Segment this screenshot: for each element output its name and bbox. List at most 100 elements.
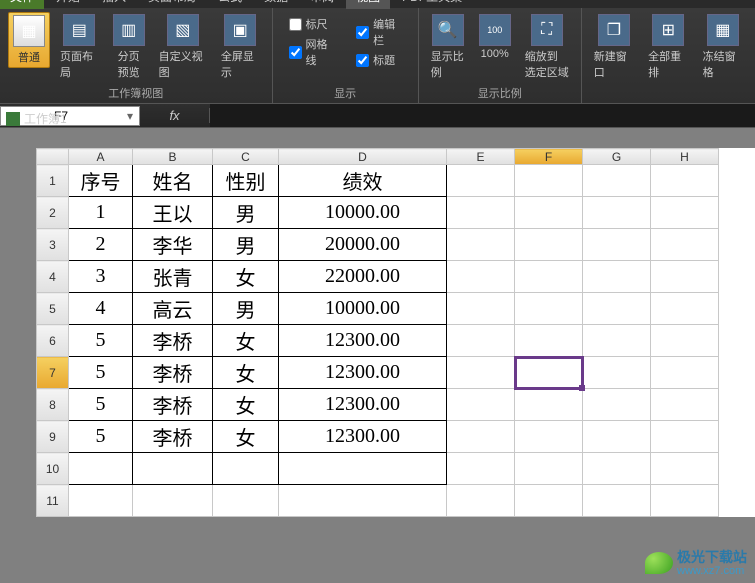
gridlines-checkbox[interactable] bbox=[289, 46, 302, 59]
cell-H6[interactable] bbox=[651, 325, 719, 357]
cell-H8[interactable] bbox=[651, 389, 719, 421]
cell-A1[interactable]: 序号 bbox=[69, 165, 133, 197]
cell-H4[interactable] bbox=[651, 261, 719, 293]
cell-G2[interactable] bbox=[583, 197, 651, 229]
cell-F4[interactable] bbox=[515, 261, 583, 293]
cell-D9[interactable]: 12300.00 bbox=[279, 421, 447, 453]
cell-D8[interactable]: 12300.00 bbox=[279, 389, 447, 421]
cell-F9[interactable] bbox=[515, 421, 583, 453]
cell-C1[interactable]: 性别 bbox=[213, 165, 279, 197]
cell-D7[interactable]: 12300.00 bbox=[279, 357, 447, 389]
cell-H2[interactable] bbox=[651, 197, 719, 229]
headings-checkbox-row[interactable]: 标题 bbox=[356, 52, 402, 68]
cell-G6[interactable] bbox=[583, 325, 651, 357]
cell-E7[interactable] bbox=[447, 357, 515, 389]
formula-bar-checkbox-row[interactable]: 编辑栏 bbox=[356, 16, 402, 48]
cell-F3[interactable] bbox=[515, 229, 583, 261]
cell-C9[interactable]: 女 bbox=[213, 421, 279, 453]
custom-view-button[interactable]: ▧ 自定义视图 bbox=[155, 12, 211, 82]
cell-D11[interactable] bbox=[279, 485, 447, 517]
cell-G5[interactable] bbox=[583, 293, 651, 325]
cell-H9[interactable] bbox=[651, 421, 719, 453]
cell-C4[interactable]: 女 bbox=[213, 261, 279, 293]
cell-A9[interactable]: 5 bbox=[69, 421, 133, 453]
row-header-5[interactable]: 5 bbox=[37, 293, 69, 325]
cell-F1[interactable] bbox=[515, 165, 583, 197]
cell-E10[interactable] bbox=[447, 453, 515, 485]
zoom-button[interactable]: 🔍 显示比例 bbox=[427, 12, 469, 82]
column-header-B[interactable]: B bbox=[133, 149, 213, 165]
cell-C5[interactable]: 男 bbox=[213, 293, 279, 325]
cell-B9[interactable]: 李桥 bbox=[133, 421, 213, 453]
column-header-F[interactable]: F bbox=[515, 149, 583, 165]
cell-A6[interactable]: 5 bbox=[69, 325, 133, 357]
cell-E6[interactable] bbox=[447, 325, 515, 357]
cell-B7[interactable]: 李桥 bbox=[133, 357, 213, 389]
formula-bar-checkbox[interactable] bbox=[356, 26, 369, 39]
page-break-button[interactable]: ▥ 分页 预览 bbox=[109, 12, 149, 82]
zoom-selection-button[interactable]: ⛶ 缩放到 选定区域 bbox=[521, 12, 573, 82]
cell-A11[interactable] bbox=[69, 485, 133, 517]
full-screen-button[interactable]: ▣ 全屏显示 bbox=[217, 12, 264, 82]
menu-tab-insert[interactable]: 插入 bbox=[92, 0, 136, 9]
column-header-C[interactable]: C bbox=[213, 149, 279, 165]
cell-G7[interactable] bbox=[583, 357, 651, 389]
cell-H11[interactable] bbox=[651, 485, 719, 517]
cell-F11[interactable] bbox=[515, 485, 583, 517]
new-window-button[interactable]: ❐ 新建窗口 bbox=[590, 12, 638, 82]
spreadsheet-grid[interactable]: ABCDEFGH1序号姓名性别绩效21王以男10000.0032李华男20000… bbox=[36, 148, 719, 517]
column-header-G[interactable]: G bbox=[583, 149, 651, 165]
cell-F10[interactable] bbox=[515, 453, 583, 485]
cell-E5[interactable] bbox=[447, 293, 515, 325]
menu-tab-data[interactable]: 数据 bbox=[254, 0, 298, 9]
cell-A3[interactable]: 2 bbox=[69, 229, 133, 261]
freeze-panes-button[interactable]: ▦ 冻结窗格 bbox=[699, 12, 747, 82]
menu-tab-review[interactable]: 审阅 bbox=[300, 0, 344, 9]
menu-tab-view[interactable]: 视图 bbox=[346, 0, 390, 9]
cell-B2[interactable]: 王以 bbox=[133, 197, 213, 229]
cell-G1[interactable] bbox=[583, 165, 651, 197]
cell-F7[interactable] bbox=[515, 357, 583, 389]
cell-H10[interactable] bbox=[651, 453, 719, 485]
cell-D5[interactable]: 10000.00 bbox=[279, 293, 447, 325]
cell-A7[interactable]: 5 bbox=[69, 357, 133, 389]
ruler-checkbox-row[interactable]: 标尺 bbox=[289, 16, 335, 32]
column-header-H[interactable]: H bbox=[651, 149, 719, 165]
cell-G11[interactable] bbox=[583, 485, 651, 517]
formula-input[interactable] bbox=[210, 104, 755, 127]
cell-G4[interactable] bbox=[583, 261, 651, 293]
cell-E9[interactable] bbox=[447, 421, 515, 453]
select-all-corner[interactable] bbox=[37, 149, 69, 165]
cell-C2[interactable]: 男 bbox=[213, 197, 279, 229]
headings-checkbox[interactable] bbox=[356, 54, 369, 67]
cell-B1[interactable]: 姓名 bbox=[133, 165, 213, 197]
cell-B4[interactable]: 张青 bbox=[133, 261, 213, 293]
cell-E2[interactable] bbox=[447, 197, 515, 229]
cell-C6[interactable]: 女 bbox=[213, 325, 279, 357]
row-header-9[interactable]: 9 bbox=[37, 421, 69, 453]
cell-B5[interactable]: 高云 bbox=[133, 293, 213, 325]
row-header-1[interactable]: 1 bbox=[37, 165, 69, 197]
cell-F6[interactable] bbox=[515, 325, 583, 357]
cell-B3[interactable]: 李华 bbox=[133, 229, 213, 261]
row-header-6[interactable]: 6 bbox=[37, 325, 69, 357]
fx-label[interactable]: fx bbox=[140, 108, 210, 123]
cell-H1[interactable] bbox=[651, 165, 719, 197]
cell-C11[interactable] bbox=[213, 485, 279, 517]
cell-C10[interactable] bbox=[213, 453, 279, 485]
cell-F5[interactable] bbox=[515, 293, 583, 325]
column-header-E[interactable]: E bbox=[447, 149, 515, 165]
column-header-A[interactable]: A bbox=[69, 149, 133, 165]
row-header-10[interactable]: 10 bbox=[37, 453, 69, 485]
row-header-2[interactable]: 2 bbox=[37, 197, 69, 229]
cell-D3[interactable]: 20000.00 bbox=[279, 229, 447, 261]
menu-tab-layout[interactable]: 页面布局 bbox=[138, 0, 206, 9]
cell-C8[interactable]: 女 bbox=[213, 389, 279, 421]
cell-F8[interactable] bbox=[515, 389, 583, 421]
cell-B10[interactable] bbox=[133, 453, 213, 485]
menu-tab-pdf[interactable]: PDF工具集 bbox=[392, 0, 472, 9]
cell-G10[interactable] bbox=[583, 453, 651, 485]
cell-D6[interactable]: 12300.00 bbox=[279, 325, 447, 357]
cell-E4[interactable] bbox=[447, 261, 515, 293]
menu-file[interactable]: 文件 bbox=[0, 0, 44, 9]
